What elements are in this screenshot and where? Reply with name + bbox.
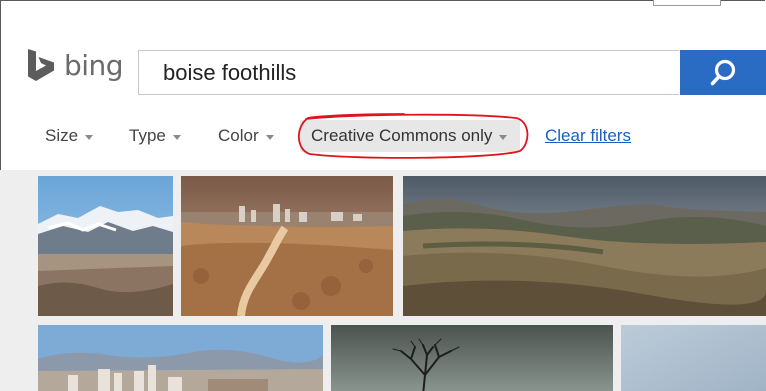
caret-down-icon (265, 134, 274, 140)
filter-size-label: Size (45, 126, 79, 145)
window-tab[interactable] (653, 0, 721, 6)
image-results-grid (0, 170, 766, 391)
pale-sky-image (621, 325, 766, 391)
bing-logo[interactable]: bing (26, 48, 124, 82)
filter-type-label: Type (129, 126, 166, 145)
caret-down-icon (172, 134, 181, 140)
search-input[interactable] (138, 50, 679, 95)
filter-license-label: Creative Commons only (311, 126, 493, 145)
filter-license[interactable]: Creative Commons only (300, 120, 521, 152)
result-thumbnail[interactable] (331, 325, 613, 391)
search-icon (710, 59, 736, 85)
caret-down-icon (85, 134, 94, 140)
logo-text: bing (64, 48, 124, 82)
clear-filters-link[interactable]: Clear filters (545, 118, 631, 154)
city-trail-image (181, 176, 393, 316)
bing-b-icon (28, 49, 54, 81)
snowy-mountain-image (38, 176, 173, 316)
filter-color[interactable]: Color (218, 118, 274, 154)
rolling-hills-image (403, 176, 766, 316)
filter-type[interactable]: Type (129, 118, 181, 154)
filter-color-label: Color (218, 126, 259, 145)
filter-size[interactable]: Size (45, 118, 94, 154)
caret-down-icon (499, 134, 508, 140)
result-thumbnail[interactable] (38, 176, 173, 316)
bare-tree-image (331, 325, 613, 391)
search-button[interactable] (680, 50, 766, 95)
result-thumbnail[interactable] (38, 325, 323, 391)
filter-bar: Size Type Color Creative Commons only (0, 118, 766, 154)
downtown-skyline-image (38, 325, 323, 391)
result-thumbnail[interactable] (403, 176, 766, 316)
result-thumbnail[interactable] (621, 325, 766, 391)
result-thumbnail[interactable] (181, 176, 393, 316)
